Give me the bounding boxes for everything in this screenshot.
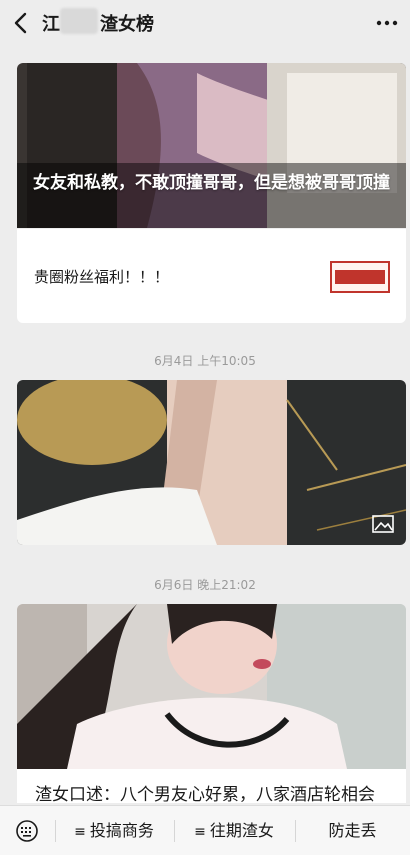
menu-list-icon: ≡ [74,824,86,840]
timestamp: 6月4日 上午10:05 [154,354,256,368]
article-card[interactable]: 渣女口述：八个男友心好累，八家酒店轮相会 [17,604,406,803]
menu-item-past-issues[interactable]: ≡ 往期渣女 [174,806,294,855]
article-cover-image [17,604,406,769]
bottom-menu-bar: ≡ 投搞商务 ≡ 往期渣女 防走丢 [0,805,410,855]
chevron-left-icon[interactable] [12,11,32,35]
sub-article-title: 贵圈粉丝福利！！！ [34,268,170,286]
keyboard-icon[interactable] [13,820,41,842]
menu-item-submission[interactable]: ≡ 投搞商务 [55,806,173,855]
top-nav-bar: 江 渣女榜 [0,0,410,46]
page-title: 江 渣女榜 [42,10,154,36]
sub-article-row[interactable]: 贵圈粉丝福利！！！ [17,228,406,323]
more-dots-icon[interactable] [376,18,398,28]
timestamp: 6月6日 晚上21:02 [154,578,256,592]
message-image [17,380,406,545]
article-feed: 女友和私教，不敢顶撞哥哥，但是想被哥哥顶撞 贵圈粉丝福利！！！ 6月4日 上午1… [0,46,410,803]
menu-item-anti-lost[interactable]: 防走丢 [295,806,410,855]
article-cover-image [17,63,406,228]
image-icon [372,515,394,533]
article-title: 渣女口述：八个男友心好累，八家酒店轮相会 [35,785,375,803]
menu-item-label: 防走丢 [328,821,377,840]
page-title-suffix: 渣女榜 [100,14,154,35]
menu-list-icon: ≡ [194,824,206,840]
image-message-card[interactable] [17,380,406,545]
sub-article-thumbnail [330,261,390,293]
menu-item-label: 往期渣女 [209,821,274,840]
menu-item-label: 投搞商务 [89,821,154,840]
article-card[interactable]: 女友和私教，不敢顶撞哥哥，但是想被哥哥顶撞 贵圈粉丝福利！！！ [17,63,406,323]
thumbnail-banner [335,270,385,284]
article-cover-title: 女友和私教，不敢顶撞哥哥，但是想被哥哥顶撞 [33,173,390,193]
title-redaction [60,8,98,34]
page-title-prefix: 江 [42,14,60,35]
